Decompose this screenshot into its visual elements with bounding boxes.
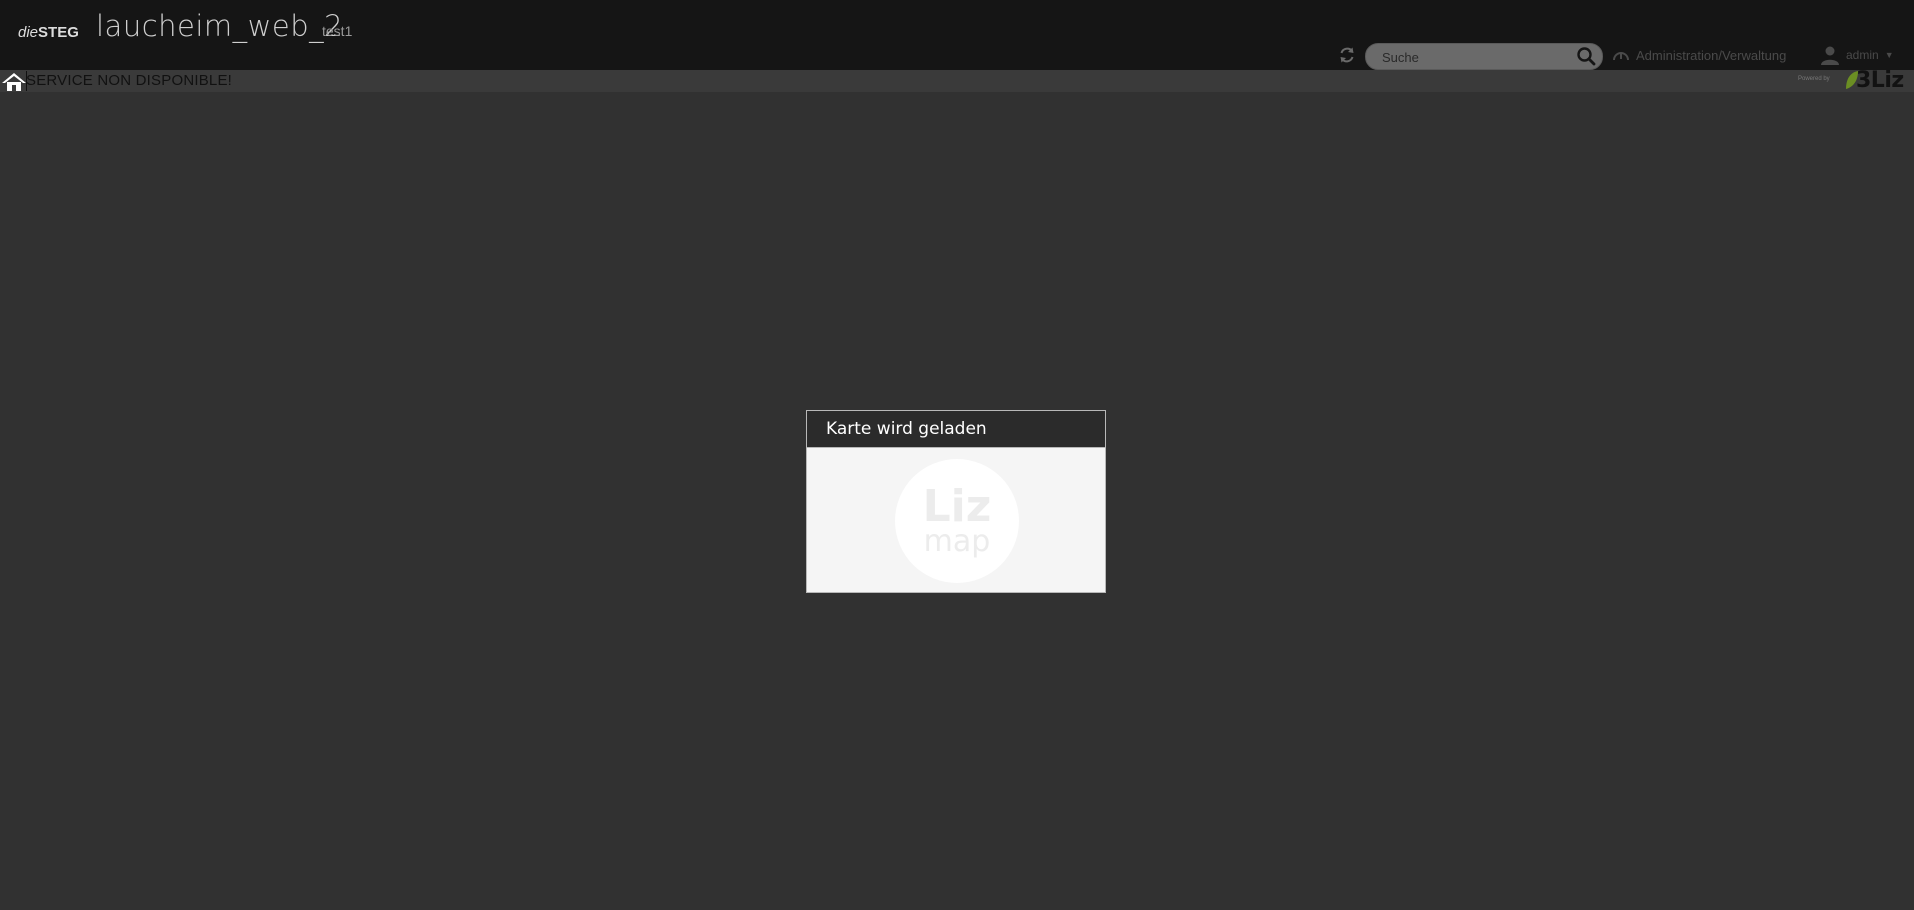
user-menu[interactable]: admin ▼ [1820, 44, 1894, 66]
brand-logo[interactable]: dieSTEG [18, 24, 79, 41]
search-input[interactable] [1380, 48, 1574, 67]
dialog-header: Karte wird geladen [807, 411, 1105, 448]
search-box [1365, 43, 1603, 70]
loading-dialog: Karte wird geladen Liz map [806, 410, 1106, 593]
3liz-logo-text: 3Liz [1856, 67, 1904, 93]
user-icon [1821, 46, 1839, 65]
search-icon[interactable] [1576, 46, 1596, 66]
project-subtitle: test1 [322, 23, 353, 39]
lizmap-logo: Liz map [895, 459, 1019, 583]
powered-by-label: Powered by [1798, 76, 1830, 82]
user-label: admin [1846, 48, 1879, 62]
refresh-icon[interactable] [1338, 46, 1356, 64]
home-icon[interactable] [1, 71, 27, 91]
top-navbar: dieSTEG laucheim_web_2 test1 Administrat… [0, 0, 1914, 70]
dialog-title: Karte wird geladen [826, 419, 987, 439]
3liz-logo[interactable]: 3Liz [1844, 67, 1904, 93]
chevron-down-icon: ▼ [1884, 50, 1894, 60]
brand-name: STEG [38, 24, 79, 41]
service-message: SERVICE NON DISPONIBLE! [26, 72, 233, 89]
admin-link[interactable]: Administration/Verwaltung [1612, 46, 1786, 64]
admin-label: Administration/Verwaltung [1636, 47, 1787, 63]
dialog-body: Liz map [807, 448, 1105, 592]
dashboard-icon [1613, 52, 1629, 61]
brand-prefix: die [18, 24, 39, 41]
status-bar [0, 70, 1914, 92]
lizmap-logo-bottom: map [924, 524, 991, 559]
project-title: laucheim_web_2 [96, 9, 344, 43]
